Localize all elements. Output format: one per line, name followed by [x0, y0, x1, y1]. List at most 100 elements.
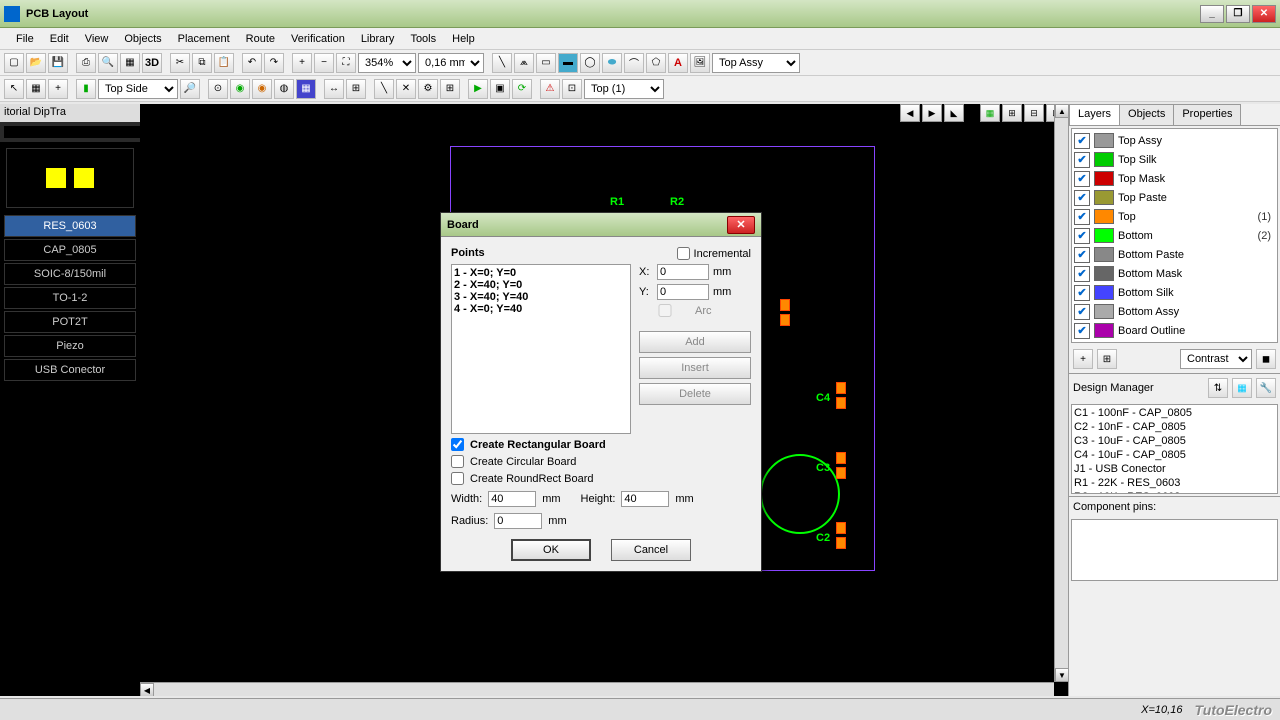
- layer-color-swatch[interactable]: [1094, 171, 1114, 186]
- layer-visible-checkbox[interactable]: ✔: [1074, 171, 1090, 187]
- layer-visible-checkbox[interactable]: ✔: [1074, 323, 1090, 339]
- erc-icon[interactable]: ⊡: [562, 79, 582, 99]
- origin-icon[interactable]: +: [48, 79, 68, 99]
- dm-item[interactable]: J1 - USB Conector: [1074, 463, 1275, 477]
- component-item[interactable]: POT2T: [4, 311, 136, 333]
- ellipsefill-icon[interactable]: ⬬: [602, 53, 622, 73]
- layer-color-swatch[interactable]: [1094, 285, 1114, 300]
- layer-visible-checkbox[interactable]: ✔: [1074, 304, 1090, 320]
- tab-properties[interactable]: Properties: [1173, 104, 1241, 125]
- menu-objects[interactable]: Objects: [116, 31, 169, 47]
- panel1-icon[interactable]: ▦: [980, 104, 1000, 122]
- layer-row[interactable]: ✔Bottom(2): [1074, 226, 1275, 245]
- nav-left-icon[interactable]: ◀: [900, 104, 920, 122]
- layer-color-swatch[interactable]: [1094, 304, 1114, 319]
- roundrect-checkbox[interactable]: [451, 472, 464, 485]
- menu-placement[interactable]: Placement: [170, 31, 238, 47]
- menu-verification[interactable]: Verification: [283, 31, 353, 47]
- add-layer-icon[interactable]: +: [1073, 349, 1093, 369]
- layer-color-swatch[interactable]: [1094, 152, 1114, 167]
- rectfill-icon[interactable]: ▬: [558, 53, 578, 73]
- pad-icon[interactable]: ⊙: [208, 79, 228, 99]
- dm-item[interactable]: R1 - 22K - RES_0603: [1074, 477, 1275, 491]
- component-item[interactable]: USB Conector: [4, 359, 136, 381]
- rect-checkbox[interactable]: [451, 438, 464, 451]
- component-item[interactable]: CAP_0805: [4, 239, 136, 261]
- preview-icon[interactable]: 🔍: [98, 53, 118, 73]
- copy-icon[interactable]: ⧉: [192, 53, 212, 73]
- grid-select[interactable]: 0,16 mm: [418, 53, 484, 73]
- layer-visible-checkbox[interactable]: ✔: [1074, 133, 1090, 149]
- open-icon[interactable]: 📂: [26, 53, 46, 73]
- minimize-button[interactable]: _: [1200, 5, 1224, 23]
- 3d-icon[interactable]: 3D: [142, 53, 162, 73]
- component-item[interactable]: SOIC-8/150mil: [4, 263, 136, 285]
- design-manager-list[interactable]: C1 - 100nF - CAP_0805C2 - 10nF - CAP_080…: [1071, 404, 1278, 494]
- dim-icon[interactable]: ↔: [324, 79, 344, 99]
- insert-button[interactable]: Insert: [639, 357, 751, 379]
- save-icon[interactable]: 💾: [48, 53, 68, 73]
- layer-visible-checkbox[interactable]: ✔: [1074, 247, 1090, 263]
- hole-icon[interactable]: ◉: [252, 79, 272, 99]
- via-icon[interactable]: ◉: [230, 79, 250, 99]
- menu-edit[interactable]: Edit: [42, 31, 77, 47]
- cancel-button[interactable]: Cancel: [611, 539, 691, 561]
- menu-route[interactable]: Route: [238, 31, 283, 47]
- undo-icon[interactable]: ↶: [242, 53, 262, 73]
- zoomin-icon[interactable]: +: [292, 53, 312, 73]
- route-icon[interactable]: ╲: [374, 79, 394, 99]
- drc-icon[interactable]: ⚠: [540, 79, 560, 99]
- layer-row[interactable]: ✔Bottom Paste: [1074, 245, 1275, 264]
- point-row[interactable]: 3 - X=40; Y=40: [454, 291, 628, 303]
- layer-color-swatch[interactable]: [1094, 323, 1114, 338]
- nav-right-icon[interactable]: ▶: [922, 104, 942, 122]
- layer-row[interactable]: ✔Bottom Mask: [1074, 264, 1275, 283]
- arc-icon[interactable]: ⌒: [624, 53, 644, 73]
- image-icon[interactable]: 🖼: [690, 53, 710, 73]
- layer-row[interactable]: ✔Top Silk: [1074, 150, 1275, 169]
- x-input[interactable]: [657, 264, 709, 280]
- tab-objects[interactable]: Objects: [1119, 104, 1174, 125]
- layer-props-icon[interactable]: ⊞: [1097, 349, 1117, 369]
- new-icon[interactable]: ▢: [4, 53, 24, 73]
- table-icon[interactable]: ⊞: [346, 79, 366, 99]
- layer-color-swatch[interactable]: [1094, 133, 1114, 148]
- find-icon[interactable]: 🔎: [180, 79, 200, 99]
- cut-icon[interactable]: ✂: [170, 53, 190, 73]
- component-item[interactable]: TO-1-2: [4, 287, 136, 309]
- redo-icon[interactable]: ↷: [264, 53, 284, 73]
- text-icon[interactable]: A: [668, 53, 688, 73]
- paste-icon[interactable]: 📋: [214, 53, 234, 73]
- stop-icon[interactable]: ▣: [490, 79, 510, 99]
- layer-row[interactable]: ✔Bottom Assy: [1074, 302, 1275, 321]
- assy-select[interactable]: Top Assy: [712, 53, 800, 73]
- layer-visible-checkbox[interactable]: ✔: [1074, 285, 1090, 301]
- point-row[interactable]: 1 - X=0; Y=0: [454, 267, 628, 279]
- menu-view[interactable]: View: [77, 31, 117, 47]
- dm-item[interactable]: C4 - 10uF - CAP_0805: [1074, 449, 1275, 463]
- layer-visible-checkbox[interactable]: ✔: [1074, 209, 1090, 225]
- titleblock-icon[interactable]: ▦: [120, 53, 140, 73]
- contrast-select[interactable]: Contrast: [1180, 349, 1252, 369]
- poly-icon[interactable]: ⬠: [646, 53, 666, 73]
- layer-row[interactable]: ✔Board Outline: [1074, 321, 1275, 340]
- layer-icon[interactable]: ▮: [76, 79, 96, 99]
- fanout-icon[interactable]: ⚙: [418, 79, 438, 99]
- circ-checkbox[interactable]: [451, 455, 464, 468]
- layer-row[interactable]: ✔Bottom Silk: [1074, 283, 1275, 302]
- zoom-select[interactable]: 354%: [358, 53, 416, 73]
- copper-icon[interactable]: ◍: [274, 79, 294, 99]
- point-row[interactable]: 2 - X=40; Y=0: [454, 279, 628, 291]
- menu-tools[interactable]: Tools: [402, 31, 444, 47]
- layer-visible-checkbox[interactable]: ✔: [1074, 152, 1090, 168]
- layer-row[interactable]: ✔Top Paste: [1074, 188, 1275, 207]
- layer-visible-checkbox[interactable]: ✔: [1074, 190, 1090, 206]
- dm-item[interactable]: C1 - 100nF - CAP_0805: [1074, 407, 1275, 421]
- add-button[interactable]: Add: [639, 331, 751, 353]
- dm-item[interactable]: C2 - 10nF - CAP_0805: [1074, 421, 1275, 435]
- pointer-icon[interactable]: ↖: [4, 79, 24, 99]
- dm-item[interactable]: R2 - 10K - RES_0603: [1074, 491, 1275, 494]
- menu-library[interactable]: Library: [353, 31, 403, 47]
- layer-row[interactable]: ✔Top Mask: [1074, 169, 1275, 188]
- radius-input[interactable]: [494, 513, 542, 529]
